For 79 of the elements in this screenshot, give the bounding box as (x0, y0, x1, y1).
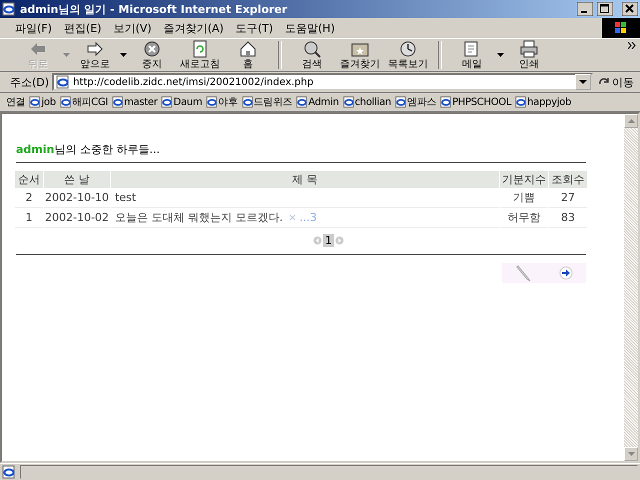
scrollbar[interactable] (624, 114, 638, 461)
table-cell: 2002-10-02 (44, 208, 110, 228)
table-cell: 1 (15, 208, 43, 228)
toolbar-button[interactable]: 앞으로 (71, 39, 119, 71)
comment-count: ...3 (299, 211, 317, 224)
link-item[interactable]: Admin (296, 96, 339, 108)
go-button[interactable]: 이동 (596, 74, 636, 90)
toolbar-button[interactable]: 목록보기 (384, 39, 432, 71)
link-item[interactable]: Daum (161, 96, 202, 108)
link-item[interactable]: 드림위즈 (242, 95, 292, 109)
table-cell: 2002-10-10 (44, 188, 110, 208)
entry-title-link[interactable]: test (114, 191, 136, 204)
browser-page-icon (56, 75, 70, 89)
maximize-icon[interactable] (597, 2, 613, 16)
browser-page-icon (242, 96, 254, 108)
home-icon (238, 39, 258, 59)
browser-page-icon (440, 96, 452, 108)
diary-heading: admin님의 소중한 하루들... (15, 142, 161, 156)
links-label: 연결 (6, 96, 26, 109)
window-title: admin님의 일기 - Microsoft Internet Explorer (20, 2, 288, 16)
page-number[interactable]: 1 (323, 234, 334, 246)
toolbar-button[interactable]: 검색 (288, 39, 336, 71)
browser-page-icon (2, 2, 16, 16)
link-item[interactable]: 엠파스 (395, 95, 436, 109)
browser-page-icon (112, 96, 124, 108)
column-header: 순서 (15, 171, 43, 188)
toolbar-button[interactable]: 중지 (128, 39, 176, 71)
close-icon[interactable] (622, 2, 638, 16)
browser-page-icon (161, 96, 174, 108)
toolbar-button[interactable]: 새로고침 (176, 39, 224, 71)
column-header: 제 목 (110, 171, 499, 188)
comment-mark-icon (288, 214, 296, 221)
menu-item[interactable]: 편집(E) (58, 20, 106, 36)
toolbar-button[interactable]: 인쇄 (505, 39, 553, 71)
browser-page-icon (296, 96, 308, 108)
dropdown-caret-icon[interactable] (496, 52, 505, 58)
toolbar-button[interactable]: 즐겨찾기 (336, 39, 384, 71)
toolbar-button[interactable]: 홈 (224, 39, 272, 71)
table-cell: 허무함 (500, 208, 548, 228)
column-header: 기분지수 (500, 171, 548, 188)
column-header: 조회수 (549, 171, 587, 188)
browser-page-icon (515, 96, 528, 108)
link-item[interactable]: PHPSCHOOL (440, 96, 512, 108)
link-item[interactable]: happyjob (515, 96, 572, 108)
browser-page-icon (342, 96, 355, 108)
browser-page-icon (206, 96, 218, 108)
link-item[interactable]: job (29, 96, 56, 108)
scroll-down-icon[interactable] (624, 447, 638, 461)
chevron-icon[interactable] (628, 42, 636, 49)
browser-page-icon (395, 96, 408, 108)
column-header: 쓴 날 (44, 171, 110, 188)
right-arrow-icon (85, 39, 105, 59)
scroll-up-icon[interactable] (624, 114, 638, 128)
minimize-icon[interactable] (577, 2, 593, 16)
table-cell: 83 (549, 208, 587, 228)
menu-item[interactable]: 도움말(H) (280, 20, 340, 36)
menu-item[interactable]: 보기(V) (108, 20, 157, 36)
menu-item[interactable]: 즐겨찾기(A) (158, 20, 229, 36)
address-label: 주소(D) (10, 74, 50, 90)
link-item[interactable]: 해피CGI (60, 95, 108, 109)
toolbar-button[interactable]: 메일 (448, 39, 496, 71)
search-icon (302, 39, 322, 59)
stop-icon (142, 39, 162, 59)
menu-item[interactable]: 파일(F) (10, 20, 57, 36)
entry-title-link[interactable]: 오늘은 도대체 뭐했는지 모르겠다. (114, 211, 283, 224)
address-field[interactable]: http://codelib.zidc.net/imsi/20021002/index.php (52, 73, 593, 91)
table-cell: 27 (549, 188, 587, 208)
menu-item[interactable]: 도구(T) (230, 20, 278, 36)
link-item[interactable]: master (112, 96, 158, 108)
browser-page-icon (60, 96, 72, 108)
dropdown-caret-icon[interactable] (119, 52, 128, 58)
browser-page-icon (29, 96, 42, 108)
link-item[interactable]: 야후 (206, 95, 238, 109)
table-cell: 기쁨 (500, 188, 548, 208)
link-item[interactable]: chollian (342, 96, 392, 108)
dropdown-caret-icon[interactable] (575, 74, 591, 90)
clock-icon (398, 39, 418, 59)
table-cell: 2 (15, 188, 43, 208)
windows-logo (602, 18, 640, 38)
